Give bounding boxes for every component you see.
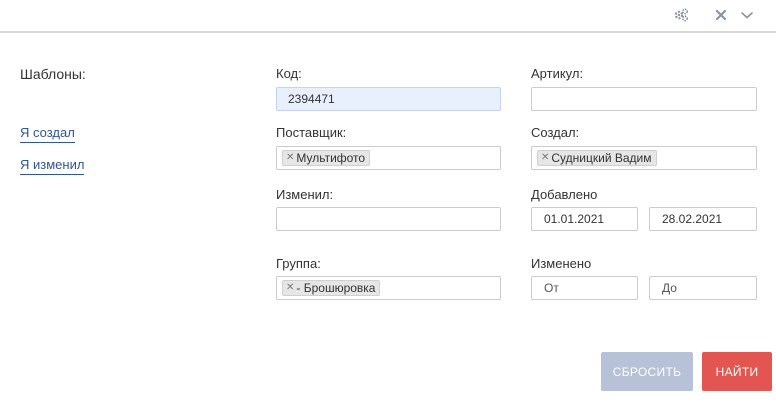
tag-remove-icon[interactable]: ✕ (541, 151, 549, 165)
code-input[interactable]: 2394471 (276, 87, 501, 111)
template-link-changed-by-me[interactable]: Я изменил (20, 157, 85, 175)
changed-label: Изменено (531, 256, 592, 271)
supplier-tag: ✕ Мультифото (282, 150, 371, 166)
article-label: Артикул: (531, 66, 584, 81)
modifier-label: Изменил: (276, 187, 334, 202)
creator-tag-label: Судницкий Вадим (551, 151, 652, 165)
tag-remove-icon[interactable]: ✕ (286, 281, 294, 295)
template-link-created-by-me[interactable]: Я создал (20, 125, 75, 143)
creator-select[interactable]: ✕ Судницкий Вадим (531, 146, 757, 170)
article-input[interactable] (531, 87, 757, 111)
added-to-input[interactable]: 28.02.2021 (649, 207, 757, 231)
added-from-input[interactable]: 01.01.2021 (531, 207, 638, 231)
creator-tag: ✕ Судницкий Вадим (537, 150, 657, 166)
creator-label: Создал: (531, 125, 580, 140)
supplier-select[interactable]: ✕ Мультифото (276, 146, 501, 170)
gears-icon[interactable] (672, 6, 690, 24)
group-tag: ✕ - Брошюровка (282, 280, 381, 296)
group-label: Группа: (276, 256, 321, 271)
changed-from-placeholder: От (544, 281, 559, 295)
group-select[interactable]: ✕ - Брошюровка (276, 276, 501, 300)
added-from-value: 01.01.2021 (544, 212, 605, 226)
modifier-input[interactable] (276, 207, 501, 231)
tag-remove-icon[interactable]: ✕ (286, 151, 294, 165)
group-tag-label: - Брошюровка (296, 281, 376, 295)
code-label: Код: (276, 66, 302, 81)
added-label: Добавлено (531, 187, 598, 202)
find-button[interactable]: НАЙТИ (702, 352, 772, 391)
changed-to-placeholder: До (662, 281, 677, 295)
code-value: 2394471 (288, 92, 335, 106)
panel-header (0, 0, 776, 33)
chevron-down-icon[interactable] (738, 6, 756, 24)
changed-to-input[interactable]: До (649, 276, 757, 300)
reset-button[interactable]: СБРОСИТЬ (601, 352, 693, 391)
supplier-tag-label: Мультифото (296, 151, 366, 165)
added-to-value: 28.02.2021 (662, 212, 723, 226)
supplier-label: Поставщик: (276, 125, 347, 140)
templates-title: Шаблоны: (20, 66, 86, 82)
changed-from-input[interactable]: От (531, 276, 638, 300)
close-icon[interactable] (712, 6, 730, 24)
